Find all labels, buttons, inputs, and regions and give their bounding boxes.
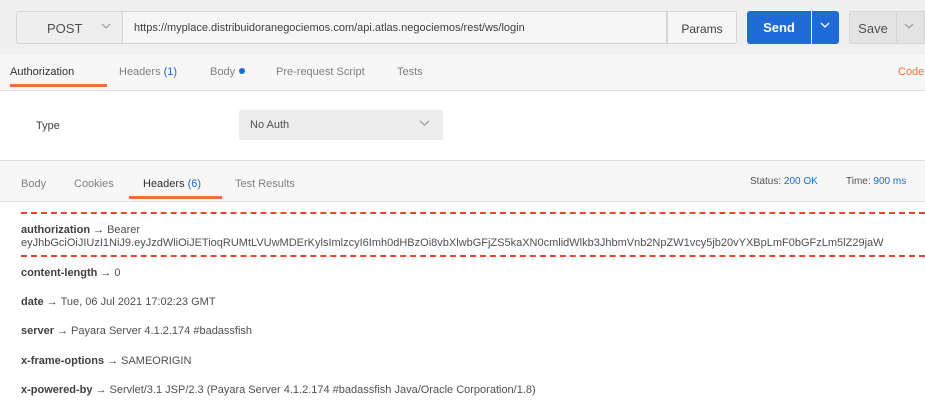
header-name: x-frame-options <box>21 355 105 367</box>
tab-body[interactable]: Body <box>210 66 246 78</box>
arrow-right-icon: → <box>95 384 107 396</box>
chevron-down-icon <box>419 120 430 126</box>
header-value: Bearer <box>107 224 141 236</box>
request-bar: POST https://myplace.distribuidoranegoci… <box>0 0 925 55</box>
header-row-date: date → Tue, 06 Jul 2021 17:02:23 GMT <box>21 296 216 308</box>
tab-tests[interactable]: Tests <box>397 66 423 78</box>
arrow-right-icon: → <box>107 355 119 367</box>
time-value: 900 ms <box>873 176 907 187</box>
resp-tab-cookies[interactable]: Cookies <box>74 178 114 190</box>
method-dropdown[interactable]: POST <box>16 11 123 44</box>
tab-body-label: Body <box>210 66 236 78</box>
time-readout: Time: 900 ms <box>846 176 906 187</box>
status-label: Status: <box>750 176 782 187</box>
active-tab-indicator <box>10 84 107 87</box>
status-readout: Status: 200 OK <box>750 176 818 187</box>
header-name: content-length <box>21 267 98 279</box>
tab-pre-request-script[interactable]: Pre-request Script <box>276 66 365 78</box>
header-name: authorization <box>21 224 91 236</box>
request-tabs: Authorization Headers (1) Body Pre-reque… <box>0 55 925 91</box>
tab-headers-count: (1) <box>163 66 178 78</box>
save-dropdown-button[interactable] <box>897 11 925 44</box>
annotation-dashed-line-top <box>21 212 925 214</box>
time-label: Time: <box>846 176 871 187</box>
header-value: Servlet/3.1 JSP/2.3 (Payara Server 4.1.2… <box>109 384 536 396</box>
auth-type-select[interactable]: No Auth <box>239 110 443 140</box>
resp-tab-headers-count: (6) <box>187 178 202 190</box>
tab-headers[interactable]: Headers (1) <box>119 66 177 78</box>
header-name: server <box>21 325 55 337</box>
resp-tab-headers-label: Headers <box>143 178 185 190</box>
params-button[interactable]: Params <box>667 11 737 44</box>
arrow-right-icon: → <box>93 224 105 236</box>
params-label: Params <box>681 22 723 36</box>
url-text: https://myplace.distribuidoranegociemos.… <box>134 22 525 34</box>
authorization-token-value: eyJhbGciOiJIUzI1NiJ9.eyJzdWliOiJETioqRUM… <box>21 237 884 249</box>
header-row-x-powered-by: x-powered-by → Servlet/3.1 JSP/2.3 (Payara… <box>21 384 536 396</box>
header-name: date <box>21 296 44 308</box>
header-name: x-powered-by <box>21 384 93 396</box>
resp-tab-body[interactable]: Body <box>21 178 46 190</box>
chevron-down-icon <box>101 23 111 29</box>
chevron-down-icon <box>820 22 830 28</box>
header-row-server: server → Payara Server 4.1.2.174 #badassfi… <box>21 325 252 337</box>
chevron-down-icon <box>904 23 914 29</box>
save-button[interactable]: Save <box>849 11 897 44</box>
send-label: Send <box>763 20 795 35</box>
header-row-authorization: authorization → Bearer <box>21 224 140 236</box>
url-input[interactable]: https://myplace.distribuidoranegociemos.… <box>123 11 667 44</box>
active-response-tab-indicator <box>129 196 222 199</box>
modified-dot-icon <box>239 68 246 74</box>
resp-tab-headers[interactable]: Headers (6) <box>143 178 201 190</box>
header-value: 0 <box>114 267 121 279</box>
annotation-dashed-line-bottom <box>21 255 925 257</box>
header-row-x-frame-options: x-frame-options → SAMEORIGIN <box>21 355 191 367</box>
save-label: Save <box>858 21 888 36</box>
method-label: POST <box>47 21 83 36</box>
send-button[interactable]: Send <box>747 11 811 44</box>
status-value: 200 OK <box>783 176 818 187</box>
resp-tab-test-results[interactable]: Test Results <box>235 178 295 190</box>
auth-type-value: No Auth <box>250 119 290 131</box>
arrow-right-icon: → <box>57 325 69 337</box>
arrow-right-icon: → <box>100 267 112 279</box>
arrow-right-icon: → <box>46 296 58 308</box>
header-value: Payara Server 4.1.2.174 #badassfish <box>71 325 253 337</box>
authorization-panel: Type No Auth <box>0 92 925 160</box>
auth-type-label: Type <box>36 120 60 132</box>
tab-authorization[interactable]: Authorization <box>10 66 74 78</box>
header-value: Tue, 06 Jul 2021 17:02:23 GMT <box>60 296 216 308</box>
send-dropdown-button[interactable] <box>812 11 839 44</box>
header-value: SAMEORIGIN <box>121 355 192 367</box>
tab-headers-label: Headers <box>119 66 161 78</box>
header-row-content-length: content-length → 0 <box>21 267 121 279</box>
code-link[interactable]: Code <box>898 66 924 78</box>
